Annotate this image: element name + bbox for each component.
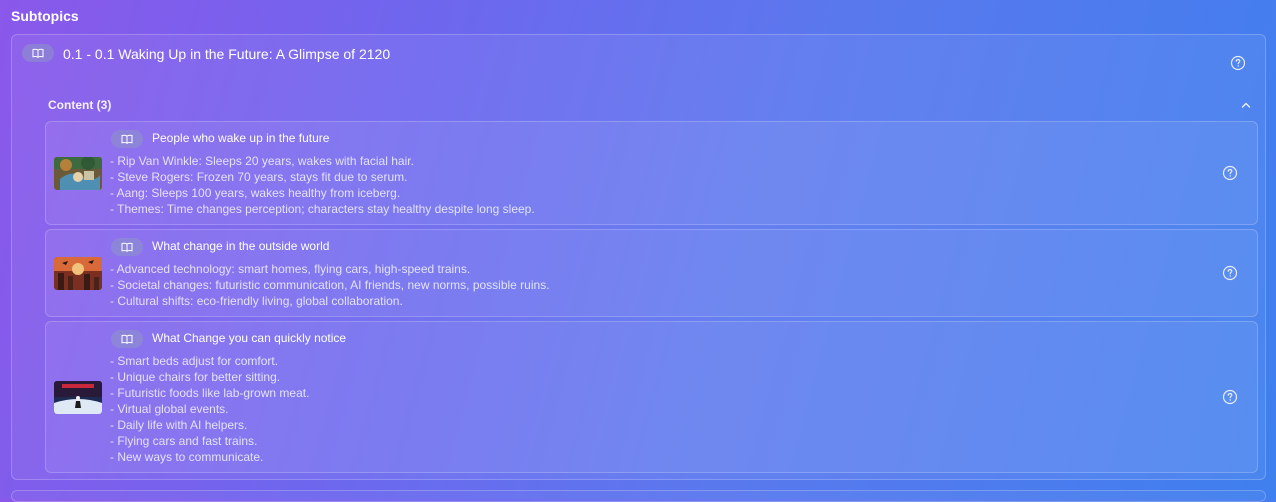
card-lines: - Advanced technology: smart homes, flyi… bbox=[110, 261, 550, 309]
book-icon bbox=[111, 330, 143, 348]
thumbnail-image bbox=[54, 381, 102, 414]
card-title: What change in the outside world bbox=[152, 239, 330, 253]
line-item: - Daily life with AI helpers. bbox=[110, 418, 248, 432]
section-title: Subtopics bbox=[11, 8, 79, 24]
line-item: - Themes: Time changes perception; chara… bbox=[110, 202, 535, 216]
content-card[interactable]: What Change you can quickly notice - Sma… bbox=[45, 321, 1258, 473]
line-item: - Societal changes: futuristic communica… bbox=[110, 278, 550, 292]
line-item: - Futuristic foods like lab-grown meat. bbox=[110, 386, 310, 400]
thumbnail-image bbox=[54, 157, 102, 190]
topic-title[interactable]: 0.1 - 0.1 Waking Up in the Future: A Gli… bbox=[63, 46, 390, 62]
book-icon bbox=[111, 130, 143, 148]
card-lines: - Smart beds adjust for comfort. - Uniqu… bbox=[110, 353, 309, 465]
line-item: - Advanced technology: smart homes, flyi… bbox=[110, 262, 471, 276]
line-item: - New ways to communicate. bbox=[110, 450, 264, 464]
book-icon bbox=[22, 44, 54, 62]
line-item: - Virtual global events. bbox=[110, 402, 229, 416]
card-title: People who wake up in the future bbox=[152, 131, 330, 145]
help-icon[interactable] bbox=[1222, 265, 1238, 281]
help-icon[interactable] bbox=[1230, 55, 1246, 71]
line-item: - Steve Rogers: Frozen 70 years, stays f… bbox=[110, 170, 408, 184]
book-icon bbox=[111, 238, 143, 256]
line-item: - Aang: Sleeps 100 years, wakes healthy … bbox=[110, 186, 401, 200]
card-lines: - Rip Van Winkle: Sleeps 20 years, wakes… bbox=[110, 153, 535, 217]
line-item: - Smart beds adjust for comfort. bbox=[110, 354, 279, 368]
chevron-up-icon[interactable] bbox=[1240, 99, 1252, 111]
topic-card: 0.1 - 0.1 Waking Up in the Future: A Gli… bbox=[11, 34, 1266, 480]
next-topic-card[interactable] bbox=[11, 490, 1266, 502]
content-header[interactable]: Content (3) bbox=[48, 98, 111, 112]
content-card[interactable]: What change in the outside world - Advan… bbox=[45, 229, 1258, 317]
help-icon[interactable] bbox=[1222, 389, 1238, 405]
line-item: - Flying cars and fast trains. bbox=[110, 434, 258, 448]
thumbnail-image bbox=[54, 257, 102, 290]
line-item: - Unique chairs for better sitting. bbox=[110, 370, 281, 384]
line-item: - Cultural shifts: eco-friendly living, … bbox=[110, 294, 403, 308]
line-item: - Rip Van Winkle: Sleeps 20 years, wakes… bbox=[110, 154, 414, 168]
content-card[interactable]: People who wake up in the future - Rip V… bbox=[45, 121, 1258, 225]
card-title: What Change you can quickly notice bbox=[152, 331, 347, 345]
help-icon[interactable] bbox=[1222, 165, 1238, 181]
